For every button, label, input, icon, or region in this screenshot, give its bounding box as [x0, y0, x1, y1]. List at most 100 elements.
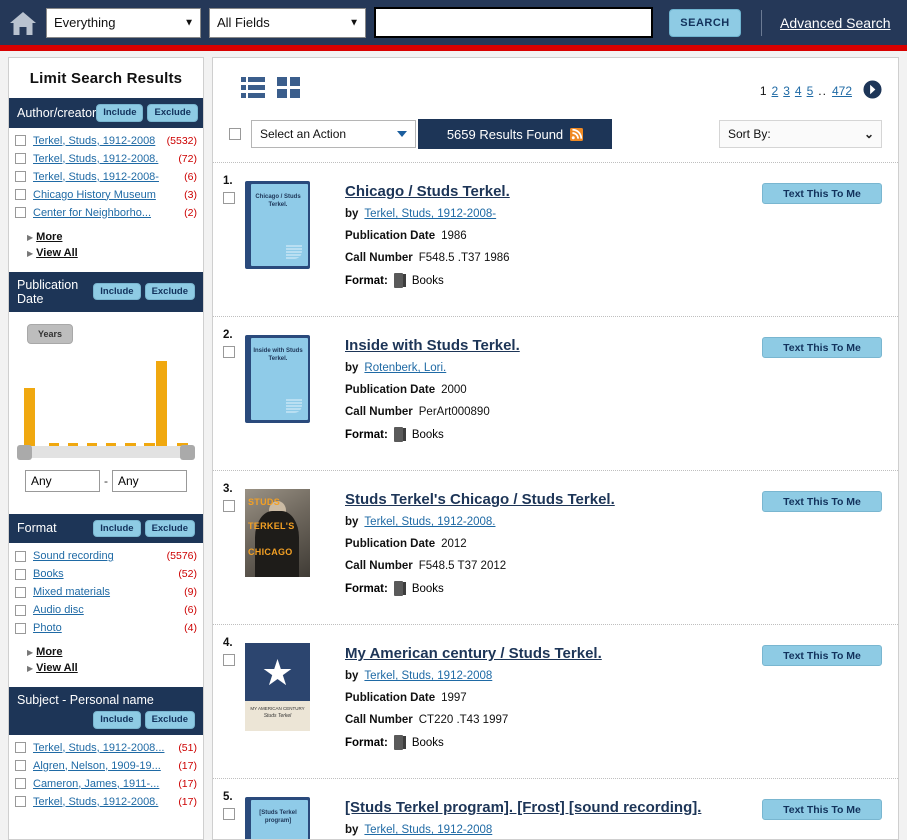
year-to-input[interactable]	[112, 470, 187, 492]
facet-checkbox[interactable]	[15, 207, 26, 218]
result-checkbox[interactable]	[223, 654, 235, 666]
result-title-link[interactable]: My American century / Studs Terkel.	[345, 645, 602, 662]
result-checkbox[interactable]	[223, 346, 235, 358]
facet-checkbox[interactable]	[15, 551, 26, 562]
search-button[interactable]: SEARCH	[669, 9, 741, 37]
search-scope-select[interactable]: Everything	[46, 8, 201, 38]
facet-item[interactable]: Algren, Nelson, 1909-19... (17)	[15, 760, 197, 772]
text-this-to-me-button[interactable]: Text This To Me	[762, 799, 882, 820]
facet-item-label[interactable]: Terkel, Studs, 1912-2008.	[33, 796, 172, 808]
facet-item-label[interactable]: Photo	[33, 622, 178, 634]
facet-item[interactable]: Terkel, Studs, 1912-2008... (51)	[15, 742, 197, 754]
facet-item-label[interactable]: Terkel, Studs, 1912-2008...	[33, 742, 172, 754]
facet-item-label[interactable]: Audio disc	[33, 604, 178, 616]
search-field-select[interactable]: All Fields	[209, 8, 366, 38]
include-button[interactable]: Include	[93, 283, 140, 301]
facet-checkbox[interactable]	[15, 587, 26, 598]
facet-more-button[interactable]: ▶More	[27, 231, 203, 243]
exclude-button[interactable]: Exclude	[145, 711, 195, 729]
text-this-to-me-button[interactable]: Text This To Me	[762, 337, 882, 358]
search-input[interactable]	[374, 7, 653, 38]
facet-item[interactable]: Mixed materials (9)	[15, 586, 197, 598]
facet-checkbox[interactable]	[15, 135, 26, 146]
result-title-link[interactable]: Chicago / Studs Terkel.	[345, 183, 510, 200]
facet-item[interactable]: Center for Neighborho... (2)	[15, 207, 197, 219]
facet-item[interactable]: Chicago History Museum (3)	[15, 189, 197, 201]
facet-viewall-button[interactable]: ▶View All	[27, 247, 203, 259]
result-checkbox[interactable]	[223, 500, 235, 512]
facet-item-label[interactable]: Mixed materials	[33, 586, 178, 598]
cover-thumbnail[interactable]: ★ MY AMERICAN CENTURY Studs Terkel	[245, 643, 310, 731]
facet-checkbox[interactable]	[15, 778, 26, 789]
facet-checkbox[interactable]	[15, 623, 26, 634]
result-checkbox[interactable]	[223, 808, 235, 820]
sort-by-dropdown[interactable]: Sort By:	[719, 120, 882, 148]
grid-view-icon[interactable]	[277, 76, 301, 103]
result-author-link[interactable]: Terkel, Studs, 1912-2008	[364, 824, 492, 836]
text-this-to-me-button[interactable]: Text This To Me	[762, 491, 882, 512]
text-this-to-me-button[interactable]: Text This To Me	[762, 183, 882, 204]
include-button[interactable]: Include	[93, 520, 140, 538]
result-author-link[interactable]: Terkel, Studs, 1912-2008.	[364, 516, 495, 528]
result-title-link[interactable]: Inside with Studs Terkel.	[345, 337, 520, 354]
list-view-icon[interactable]	[241, 76, 265, 103]
facet-item-label[interactable]: Center for Neighborho...	[33, 207, 178, 219]
text-this-to-me-button[interactable]: Text This To Me	[762, 645, 882, 666]
facet-item-label[interactable]: Terkel, Studs, 1912-2008.	[33, 153, 172, 165]
page-link-last[interactable]: 472	[832, 84, 852, 98]
exclude-button[interactable]: Exclude	[145, 520, 195, 538]
facet-item[interactable]: Audio disc (6)	[15, 604, 197, 616]
exclude-button[interactable]: Exclude	[145, 283, 195, 301]
year-from-input[interactable]	[25, 470, 100, 492]
advanced-search-link[interactable]: Advanced Search	[780, 15, 891, 31]
facet-item[interactable]: Terkel, Studs, 1912-2008. (17)	[15, 796, 197, 808]
facet-viewall-button[interactable]: ▶View All	[27, 662, 203, 674]
select-all-checkbox[interactable]	[229, 128, 241, 140]
facet-checkbox[interactable]	[15, 171, 26, 182]
exclude-button[interactable]: Exclude	[147, 104, 197, 122]
facet-checkbox[interactable]	[15, 189, 26, 200]
result-author-link[interactable]: Terkel, Studs, 1912-2008	[364, 670, 492, 682]
select-an-action-dropdown[interactable]: Select an Action	[251, 120, 416, 148]
year-range-slider[interactable]	[19, 446, 193, 458]
facet-checkbox[interactable]	[15, 742, 26, 753]
result-checkbox[interactable]	[223, 192, 235, 204]
include-button[interactable]: Include	[93, 711, 140, 729]
facet-item[interactable]: Books (52)	[15, 568, 197, 580]
home-icon[interactable]	[8, 8, 38, 38]
facet-item-label[interactable]: Algren, Nelson, 1909-19...	[33, 760, 172, 772]
result-title-link[interactable]: Studs Terkel's Chicago / Studs Terkel.	[345, 491, 615, 508]
facet-item-label[interactable]: Sound recording	[33, 550, 161, 562]
facet-item-label[interactable]: Terkel, Studs, 1912-2008-	[33, 171, 178, 183]
facet-item-label[interactable]: Books	[33, 568, 172, 580]
facet-item[interactable]: Terkel, Studs, 1912-2008. (72)	[15, 153, 197, 165]
include-button[interactable]: Include	[96, 104, 143, 122]
cover-thumbnail[interactable]: STUDS TERKEL'S CHICAGO	[245, 489, 310, 577]
slider-handle-left[interactable]	[17, 445, 32, 460]
facet-item[interactable]: Terkel, Studs, 1912-2008 (5532)	[15, 135, 197, 147]
rss-icon[interactable]	[570, 128, 583, 141]
result-author-link[interactable]: Terkel, Studs, 1912-2008-	[364, 208, 496, 220]
page-link-2[interactable]: 2	[772, 84, 779, 98]
cover-thumbnail[interactable]: Chicago / Studs Terkel.	[245, 181, 310, 269]
next-page-icon[interactable]	[863, 80, 882, 102]
facet-checkbox[interactable]	[15, 796, 26, 807]
result-title-link[interactable]: [Studs Terkel program]. [Frost] [sound r…	[345, 799, 701, 816]
facet-item[interactable]: Photo (4)	[15, 622, 197, 634]
page-link-4[interactable]: 4	[795, 84, 802, 98]
slider-handle-right[interactable]	[180, 445, 195, 460]
result-author-link[interactable]: Rotenberk, Lori.	[364, 362, 446, 374]
facet-item-label[interactable]: Terkel, Studs, 1912-2008	[33, 135, 161, 147]
facet-item[interactable]: Terkel, Studs, 1912-2008- (6)	[15, 171, 197, 183]
cover-thumbnail[interactable]: Inside with Studs Terkel.	[245, 335, 310, 423]
facet-item-label[interactable]: Cameron, James, 1911-...	[33, 778, 172, 790]
facet-item[interactable]: Sound recording (5576)	[15, 550, 197, 562]
facet-checkbox[interactable]	[15, 569, 26, 580]
page-link-3[interactable]: 3	[783, 84, 790, 98]
facet-checkbox[interactable]	[15, 760, 26, 771]
facet-more-button[interactable]: ▶More	[27, 646, 203, 658]
page-link-5[interactable]: 5	[807, 84, 814, 98]
facet-item-label[interactable]: Chicago History Museum	[33, 189, 178, 201]
cover-thumbnail[interactable]: [Studs Terkel program]	[245, 797, 310, 840]
facet-item[interactable]: Cameron, James, 1911-... (17)	[15, 778, 197, 790]
